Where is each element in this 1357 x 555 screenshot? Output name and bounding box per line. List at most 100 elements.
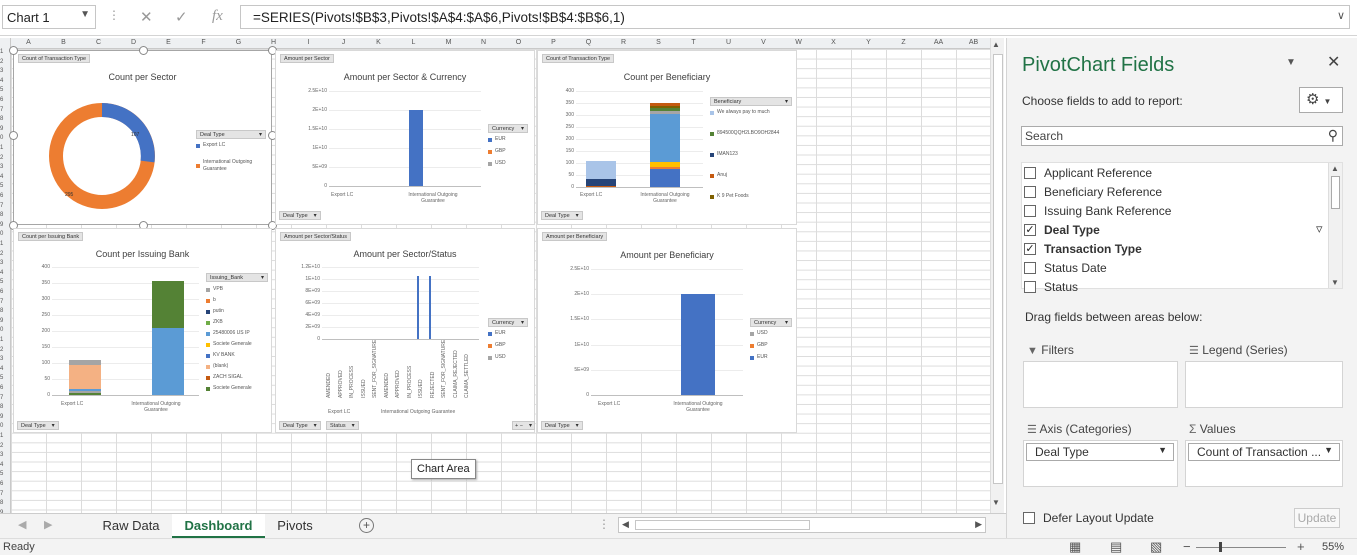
chart-count-per-beneficiary[interactable]: Count of Transaction Type Count per Bene… [537,50,797,225]
row-header[interactable]: 7 [0,299,10,305]
row-header[interactable]: 9 [0,126,10,132]
scroll-left-icon[interactable]: ◀ [622,519,629,530]
field-checkbox[interactable]: ✓ [1024,243,1036,255]
field-item[interactable]: ✓ Transaction Type [1024,242,1142,256]
column-header[interactable]: C [81,39,116,46]
chart-count-per-sector[interactable]: Count of Transaction Type Count per Sect… [9,46,277,230]
chart-amount-per-beneficiary[interactable]: Amount per Beneficiary Amount per Benefi… [537,228,797,433]
column-header[interactable]: H [256,39,291,46]
row-header[interactable]: 4 [0,78,10,84]
field-checkbox[interactable]: ✓ [1024,224,1036,236]
search-input[interactable]: Search ⚲ [1021,126,1343,146]
bar[interactable] [586,161,616,180]
deal-type-filter-button[interactable]: Deal Type [541,421,583,430]
column-header[interactable]: Z [886,39,921,46]
status-filter-button[interactable]: Status [326,421,359,430]
scroll-up-icon[interactable]: ▲ [1331,164,1339,173]
column-header[interactable]: X [816,39,851,46]
tab-scroll-right-icon[interactable]: ▶ [44,518,52,531]
column-header[interactable]: E [151,39,186,46]
bar[interactable] [681,294,715,395]
tab-raw-data[interactable]: Raw Data [92,514,170,538]
normal-view-icon[interactable]: ▦ [1069,539,1081,555]
row-header[interactable]: 6 [0,193,10,199]
row-header[interactable]: 5 [0,471,10,477]
legend-field-button[interactable]: Currency [488,318,528,327]
column-header[interactable]: T [676,39,711,46]
row-header[interactable]: 2 [0,155,10,161]
row-header[interactable]: 3 [0,260,10,266]
column-header[interactable]: Y [851,39,886,46]
field-button[interactable]: Count of Transaction Type [18,54,91,63]
bar[interactable] [69,360,101,365]
close-icon[interactable]: ✕ [1327,52,1340,72]
deal-type-filter-button[interactable]: Deal Type [279,421,321,430]
scroll-thumb[interactable] [635,520,810,530]
row-header[interactable]: 3 [0,164,10,170]
field-checkbox[interactable] [1024,186,1036,198]
function-icon[interactable]: fx [212,8,223,25]
legend-field-button[interactable]: Currency [750,318,792,327]
field-item[interactable]: ✓ Deal Type [1024,223,1100,237]
row-header[interactable]: 6 [0,385,10,391]
field-button[interactable]: Count of Transaction Type [542,54,615,63]
row-header[interactable]: 8 [0,116,10,122]
row-header[interactable]: 6 [0,97,10,103]
column-header[interactable]: M [431,39,466,46]
legend-field-button[interactable]: Issuing_Bank [206,273,268,282]
row-header[interactable]: 7 [0,491,10,497]
chart-amount-per-sector-status[interactable]: Amount per Sector/Status Amount per Sect… [275,228,535,433]
column-header[interactable]: V [746,39,781,46]
column-header[interactable]: A [11,39,46,46]
field-list-scrollbar[interactable]: ▲ ▼ [1328,163,1342,288]
bar[interactable] [650,169,680,187]
scroll-thumb[interactable] [1331,176,1340,209]
column-header[interactable]: AA [921,39,956,46]
field-item[interactable]: Issuing Bank Reference [1024,204,1171,218]
bar[interactable] [650,105,680,108]
tab-dashboard[interactable]: Dashboard [172,514,265,538]
row-header[interactable]: 8 [0,500,10,506]
values-field-count[interactable]: Count of Transaction ... ▼ [1188,443,1340,461]
row-header[interactable]: 8 [0,404,10,410]
legend-field-button[interactable]: Beneficiary [710,97,792,106]
page-break-icon[interactable]: ▧ [1150,539,1162,555]
scroll-down-icon[interactable]: ▼ [992,498,1000,507]
bar[interactable] [586,185,616,187]
column-header[interactable]: B [46,39,81,46]
zoom-level[interactable]: 55% [1322,541,1344,553]
bar[interactable] [69,393,101,395]
field-item[interactable]: Applicant Reference [1024,166,1152,180]
bar[interactable] [650,114,680,163]
field-button[interactable]: Amount per Sector/Status [280,232,351,241]
scroll-up-icon[interactable]: ▲ [992,40,1000,49]
bar[interactable] [650,162,680,168]
legend-field-button[interactable]: Deal Type [196,130,266,139]
horizontal-scrollbar[interactable]: ◀ ▶ [618,517,986,533]
row-header[interactable]: 4 [0,174,10,180]
column-header[interactable]: O [501,39,536,46]
resize-handle[interactable] [9,131,18,140]
row-header[interactable]: 7 [0,107,10,113]
scroll-right-icon[interactable]: ▶ [975,519,982,530]
row-header[interactable]: 8 [0,308,10,314]
scroll-down-icon[interactable]: ▼ [1331,278,1339,287]
add-sheet-icon[interactable]: + [359,518,374,533]
bar[interactable] [650,110,680,115]
row-header[interactable]: 0 [0,231,10,237]
row-header[interactable]: 5 [0,183,10,189]
row-header[interactable]: 1 [0,145,10,151]
field-button[interactable]: Amount per Beneficiary [542,232,608,241]
row-header[interactable]: 0 [0,423,10,429]
row-header[interactable]: 9 [0,318,10,324]
bar[interactable] [69,388,101,391]
field-button[interactable]: Amount per Sector [280,54,334,63]
row-header[interactable]: 3 [0,356,10,362]
row-header[interactable]: 6 [0,289,10,295]
column-header[interactable]: K [361,39,396,46]
tab-pivots[interactable]: Pivots [266,514,324,538]
legend-field-button[interactable]: Currency [488,124,528,133]
row-header[interactable]: 1 [0,241,10,247]
row-header[interactable]: 4 [0,366,10,372]
row-header[interactable]: 2 [0,347,10,353]
